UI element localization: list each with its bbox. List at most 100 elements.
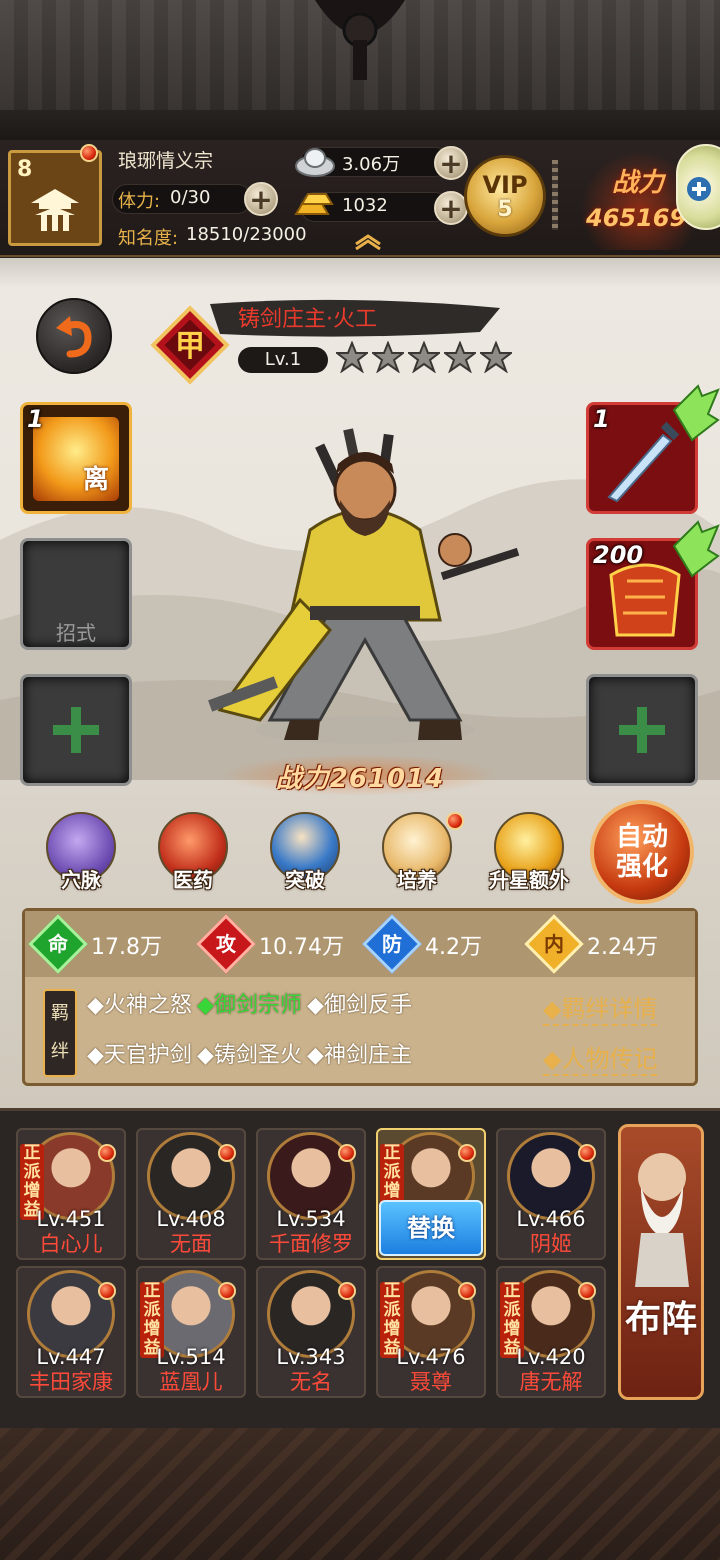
add-slot-right[interactable]: [586, 674, 698, 786]
hero-card[interactable]: Lv.534 千面修罗: [256, 1128, 366, 1260]
vip-badge[interactable]: VIP 5: [464, 155, 546, 237]
hero-name: 聂尊: [410, 1370, 452, 1394]
notification-dot: [218, 1144, 236, 1162]
hero-name: 无面: [170, 1232, 212, 1256]
chevron-up-icon[interactable]: [352, 234, 384, 250]
star-rating: [336, 341, 516, 377]
hero-name: 白心儿: [39, 1232, 103, 1256]
internal-glyph: 内: [544, 932, 564, 956]
item-count: 1: [27, 405, 44, 433]
bond-tag: 羁绊: [43, 989, 77, 1077]
bottom-pattern: [0, 1428, 720, 1560]
notification-dot: [98, 1144, 116, 1162]
bond-tag-text: 羁绊: [51, 1003, 69, 1062]
bond-item: ◆御剑反手: [307, 993, 412, 1018]
hero-name: 阴姬: [530, 1232, 572, 1256]
sect-name: 琅琊情义宗: [118, 150, 214, 172]
menu-label: 升星额外: [489, 868, 569, 892]
avatar-notification-dot: [80, 144, 98, 162]
internal-value: 2.24万: [587, 935, 658, 960]
silver-ingot-icon: [295, 148, 335, 177]
hero-level: Lv.420: [516, 1345, 586, 1369]
bond-details-link[interactable]: ◆羁绊详情: [543, 989, 658, 1026]
hero-level: Lv.476: [396, 1345, 466, 1369]
gamepad-float-button[interactable]: [676, 144, 720, 230]
plus-icon: [619, 707, 665, 753]
hero-level: Lv.447: [36, 1345, 106, 1369]
item-slot-fist[interactable]: 离 1: [20, 402, 132, 514]
menu-star-up-button[interactable]: 升星额外: [486, 812, 572, 898]
stats-panel: 命 17.8万 攻 10.74万 防 4.2万 内 2.24万 羁绊 ◆火神之怒…: [22, 908, 698, 1086]
notification-dot: [338, 1144, 356, 1162]
hero-card[interactable]: 正派增益 Lv.420 唐无解: [496, 1266, 606, 1398]
add-stamina-button[interactable]: +: [244, 182, 278, 216]
add-silver-button[interactable]: +: [434, 146, 468, 180]
menu-label: 穴脉: [61, 868, 101, 892]
hero-character[interactable]: [200, 420, 520, 750]
battle-power-label: 战力: [612, 168, 665, 198]
hero-level: Lv.466: [516, 1207, 586, 1231]
fist-glyph: 离: [83, 465, 110, 495]
gold-amount: 1032: [342, 195, 388, 216]
formation-label: 布阵: [624, 1299, 697, 1340]
notification-dot: [98, 1282, 116, 1300]
elder-portrait-icon: [635, 1153, 689, 1287]
biography-link[interactable]: ◆人物传记: [543, 1039, 658, 1076]
hero-card[interactable]: 正派增益替换: [376, 1128, 486, 1260]
menu-medicine-button[interactable]: 医药: [150, 812, 236, 898]
skill-slot[interactable]: 招式: [20, 538, 132, 650]
roster-cards: [0, 0, 1, 1]
swap-button[interactable]: 替换: [379, 1200, 483, 1256]
skill-slot-label: 招式: [56, 621, 96, 645]
menu-label: 突破: [285, 868, 325, 892]
hero-level: Lv.514: [156, 1345, 226, 1369]
back-button[interactable]: [36, 298, 112, 374]
rank-text: 甲: [175, 329, 205, 364]
vip-text: VIP: [482, 171, 528, 199]
player-level: 8: [17, 157, 33, 182]
battle-power-value: 465169: [586, 204, 687, 232]
hero-name: 蓝凰儿: [159, 1370, 223, 1394]
fame-label: 知名度:: [118, 228, 179, 249]
notification-dot: [338, 1282, 356, 1300]
roof-ornament-icon: [315, 0, 405, 80]
bond-item: ◆铸剑圣火: [197, 1043, 302, 1068]
gamepad-icon: [687, 177, 711, 201]
hero-card[interactable]: Lv.408 无面: [136, 1128, 246, 1260]
hero-card[interactable]: Lv.466 阴姬: [496, 1128, 606, 1260]
return-arrow-icon: [56, 316, 92, 358]
menu-meridian-button[interactable]: 穴脉: [38, 812, 124, 898]
add-gold-button[interactable]: +: [434, 191, 468, 225]
auto-label-2: 强化: [615, 852, 668, 882]
stamina-value: 0/30: [170, 187, 211, 208]
menu-breakthrough-button[interactable]: 突破: [262, 812, 348, 898]
hero-level: Lv.451: [36, 1207, 106, 1231]
formation-button[interactable]: 布阵: [618, 1124, 704, 1400]
upgrade-arrow-icon: [672, 520, 720, 578]
weapon-count: 1: [593, 405, 610, 433]
divider: [552, 160, 558, 230]
hero-name: 铸剑庄主·火工: [238, 307, 377, 332]
hero-card[interactable]: 正派增益 Lv.514 蓝凰儿: [136, 1266, 246, 1398]
notification-dot: [578, 1144, 596, 1162]
notification-dot: [458, 1282, 476, 1300]
hero-card[interactable]: Lv.343 无名: [256, 1266, 366, 1398]
add-slot-left[interactable]: [20, 674, 132, 786]
hero-power-label: 战力: [275, 764, 330, 794]
hero-card[interactable]: 正派增益 Lv.451 白心儿: [16, 1128, 126, 1260]
defense-value: 4.2万: [425, 935, 482, 960]
fame-value: 18510/23000: [186, 224, 307, 245]
hero-card[interactable]: 正派增益 Lv.476 聂尊: [376, 1266, 486, 1398]
hero-name: 丰田家康: [29, 1370, 113, 1394]
hero-card[interactable]: Lv.447 丰田家康: [16, 1266, 126, 1398]
player-avatar[interactable]: 8: [8, 150, 102, 246]
hero-level: Lv.408: [156, 1207, 226, 1231]
menu-label: 培养: [397, 868, 437, 892]
star-icon: [480, 341, 512, 373]
menu-label: 医药: [173, 868, 213, 892]
cultivate-notification-dot: [446, 812, 464, 830]
silver-amount: 3.06万: [342, 154, 401, 175]
bond-item: ◆天官护剑: [87, 1043, 192, 1068]
hero-power-value: 261014: [329, 764, 445, 794]
auto-strengthen-button[interactable]: 自动 强化: [590, 800, 694, 904]
